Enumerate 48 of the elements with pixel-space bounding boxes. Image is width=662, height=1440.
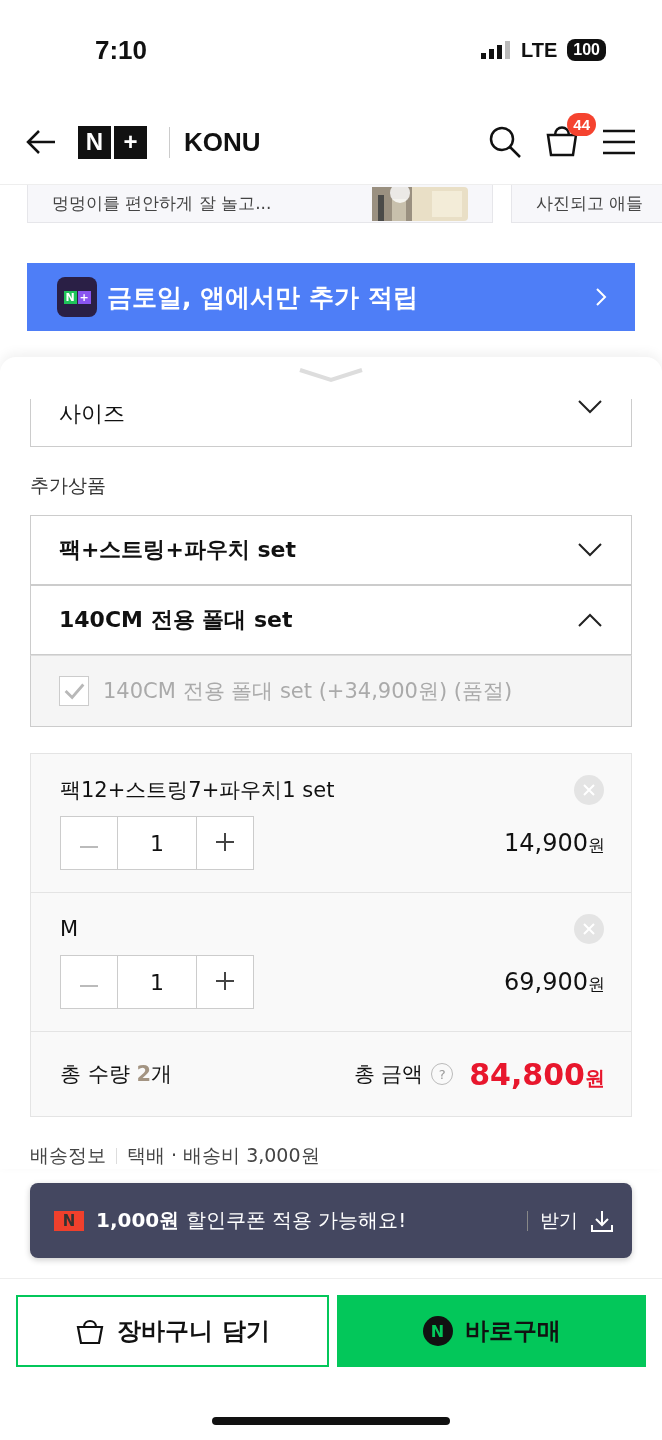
chevron-up-icon: [577, 612, 603, 628]
product-card[interactable]: 사진되고 애들: [511, 185, 662, 223]
chevron-right-icon: [595, 287, 607, 307]
logo-mark: +: [114, 125, 147, 159]
add-to-cart-button[interactable]: 장바구니 담기: [16, 1295, 329, 1367]
promo-banner[interactable]: N + 금토일, 앱에서만 추가 적립: [27, 263, 635, 331]
delivery-info: 택배 · 배송비 3,000원: [127, 1143, 320, 1168]
plus-icon: [214, 969, 236, 992]
receive-link[interactable]: 받기: [540, 1207, 578, 1234]
basket-icon: [75, 1317, 106, 1345]
chevron-down-icon: [577, 399, 603, 415]
download-icon[interactable]: [590, 1208, 614, 1233]
item-price: 69,900원: [504, 968, 605, 996]
item-name: 팩12+스트링7+파우치1 set: [60, 777, 335, 804]
coupon-message: 1,000원 할인쿠폰 적용 가능해요!: [96, 1207, 408, 1234]
product-card[interactable]: 멍멍이를 편안하게 잘 놀고...: [27, 185, 493, 223]
dropdown[interactable]: 140CM 전용 폴대 set: [30, 585, 632, 655]
total-amount-label: 총 금액: [353, 1061, 424, 1088]
dropdown[interactable]: 사이즈: [30, 399, 632, 447]
search-icon[interactable]: [488, 125, 522, 159]
menu-icon[interactable]: [602, 129, 636, 155]
minus-icon: [78, 984, 100, 987]
banner-text: 금토일, 앱에서만 추가 적립: [107, 281, 419, 314]
delivery-label: 배송정보: [30, 1143, 106, 1168]
section-label: 추가상품: [30, 473, 107, 498]
sheet-handle-icon[interactable]: [298, 367, 364, 383]
coupon-icon: N: [54, 1210, 84, 1231]
minus-icon: [78, 845, 100, 848]
plus-icon: [214, 830, 236, 853]
app-icon: N +: [57, 277, 97, 317]
clock: 7:10: [95, 34, 148, 66]
buy-now-button[interactable]: N 바로구매: [337, 1295, 646, 1367]
item-name: M: [60, 917, 79, 941]
chevron-down-icon: [577, 542, 603, 558]
total-quantity: 총 수량 2개: [60, 1061, 172, 1088]
card-text: 사진되고 애들: [536, 192, 644, 215]
dropdown[interactable]: 팩+스트링+파우치 set: [30, 515, 632, 585]
logo-mark: N: [78, 125, 111, 159]
cart-count-badge: 44: [567, 113, 596, 136]
network-label: LTE: [521, 38, 558, 62]
item-price: 14,900원: [504, 829, 605, 857]
total-amount: 84,800원: [469, 1056, 605, 1092]
signal-icon: [481, 41, 511, 59]
back-icon[interactable]: [26, 129, 56, 155]
card-text: 멍멍이를 편안하게 잘 놀고...: [52, 192, 272, 215]
option-label: 140CM 전용 폴대 set (+34,900원) (품절): [103, 678, 513, 705]
store-name[interactable]: KONU: [169, 126, 466, 158]
battery-level: 100: [567, 39, 606, 61]
